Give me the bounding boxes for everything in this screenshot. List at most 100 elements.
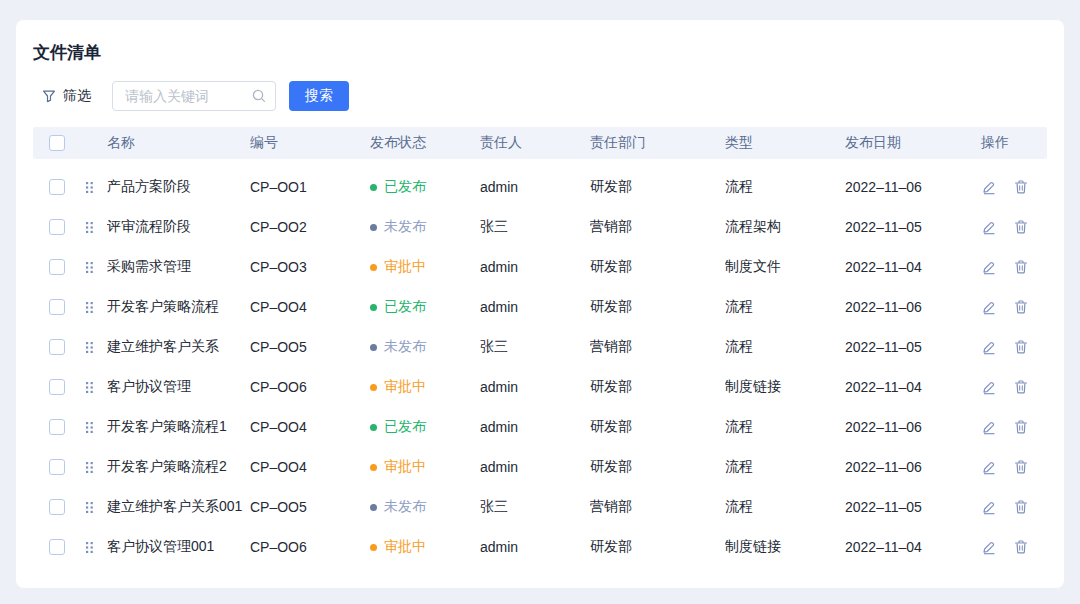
column-header-code[interactable]: 编号 bbox=[250, 134, 370, 152]
column-header-ops: 操作 bbox=[980, 134, 1047, 152]
cell-operations bbox=[980, 419, 1047, 435]
cell-name: 客户协议管理 bbox=[107, 378, 250, 396]
cell-operations bbox=[980, 499, 1047, 515]
header-check-cell bbox=[33, 135, 85, 151]
column-header-name[interactable]: 名称 bbox=[107, 134, 250, 152]
cell-dept: 研发部 bbox=[590, 458, 725, 476]
table-row: 开发客户策略流程2 CP–OO4 审批中 admin 研发部 流程 2022–1… bbox=[33, 447, 1047, 487]
cell-name: 开发客户策略流程1 bbox=[107, 418, 250, 436]
cell-date: 2022–11–06 bbox=[845, 459, 980, 475]
table-row: 产品方案阶段 CP–OO1 已发布 admin 研发部 流程 2022–11–0… bbox=[33, 167, 1047, 207]
delete-button[interactable] bbox=[1013, 339, 1029, 355]
cell-code: CP–OO6 bbox=[250, 379, 370, 395]
delete-button[interactable] bbox=[1013, 219, 1029, 235]
select-all-checkbox[interactable] bbox=[49, 135, 65, 151]
row-checkbox[interactable] bbox=[49, 179, 65, 195]
edit-button[interactable] bbox=[981, 499, 997, 515]
row-checkbox[interactable] bbox=[49, 379, 65, 395]
row-drag-cell bbox=[85, 221, 107, 234]
edit-button[interactable] bbox=[981, 459, 997, 475]
drag-handle-icon[interactable] bbox=[85, 221, 94, 234]
edit-button[interactable] bbox=[981, 539, 997, 555]
status-label: 未发布 bbox=[384, 218, 426, 236]
drag-handle-icon[interactable] bbox=[85, 501, 94, 514]
search-button[interactable]: 搜索 bbox=[289, 81, 349, 111]
drag-handle-icon[interactable] bbox=[85, 181, 94, 194]
cell-owner: 张三 bbox=[480, 498, 590, 516]
cell-type: 流程架构 bbox=[725, 218, 845, 236]
column-header-dept[interactable]: 责任部门 bbox=[590, 134, 725, 152]
edit-button[interactable] bbox=[981, 419, 997, 435]
delete-button[interactable] bbox=[1013, 179, 1029, 195]
drag-handle-icon[interactable] bbox=[85, 261, 94, 274]
cell-date: 2022–11–04 bbox=[845, 379, 980, 395]
row-drag-cell bbox=[85, 461, 107, 474]
cell-code: CP–OO1 bbox=[250, 179, 370, 195]
delete-button[interactable] bbox=[1013, 259, 1029, 275]
delete-button[interactable] bbox=[1013, 419, 1029, 435]
search-icon[interactable] bbox=[251, 88, 267, 104]
row-check-cell bbox=[33, 379, 85, 395]
column-header-date[interactable]: 发布日期 bbox=[845, 134, 980, 152]
cell-type: 制度文件 bbox=[725, 258, 845, 276]
row-checkbox[interactable] bbox=[49, 219, 65, 235]
drag-handle-icon[interactable] bbox=[85, 381, 94, 394]
toolbar: 筛选 搜索 bbox=[33, 81, 1047, 111]
drag-handle-icon[interactable] bbox=[85, 421, 94, 434]
page-title: 文件清单 bbox=[33, 42, 1047, 64]
delete-button[interactable] bbox=[1013, 379, 1029, 395]
cell-status: 已发布 bbox=[370, 418, 480, 436]
delete-button[interactable] bbox=[1013, 299, 1029, 315]
status-dot-icon bbox=[370, 544, 377, 551]
row-checkbox[interactable] bbox=[49, 259, 65, 275]
drag-handle-icon[interactable] bbox=[85, 461, 94, 474]
row-check-cell bbox=[33, 219, 85, 235]
drag-handle-icon[interactable] bbox=[85, 541, 94, 554]
drag-handle-icon[interactable] bbox=[85, 301, 94, 314]
cell-operations bbox=[980, 179, 1047, 195]
drag-handle-icon[interactable] bbox=[85, 341, 94, 354]
filter-button[interactable]: 筛选 bbox=[42, 87, 91, 105]
edit-button[interactable] bbox=[981, 219, 997, 235]
row-checkbox[interactable] bbox=[49, 499, 65, 515]
row-checkbox[interactable] bbox=[49, 419, 65, 435]
edit-button[interactable] bbox=[981, 339, 997, 355]
column-header-status[interactable]: 发布状态 bbox=[370, 134, 480, 152]
cell-status: 审批中 bbox=[370, 378, 480, 396]
cell-operations bbox=[980, 259, 1047, 275]
cell-dept: 营销部 bbox=[590, 498, 725, 516]
delete-button[interactable] bbox=[1013, 459, 1029, 475]
delete-button[interactable] bbox=[1013, 539, 1029, 555]
row-checkbox[interactable] bbox=[49, 459, 65, 475]
delete-button[interactable] bbox=[1013, 499, 1029, 515]
cell-type: 流程 bbox=[725, 298, 845, 316]
column-header-owner[interactable]: 责任人 bbox=[480, 134, 590, 152]
edit-button[interactable] bbox=[981, 379, 997, 395]
cell-code: CP–OO4 bbox=[250, 299, 370, 315]
status-label: 审批中 bbox=[384, 538, 426, 556]
status-dot-icon bbox=[370, 304, 377, 311]
row-checkbox[interactable] bbox=[49, 299, 65, 315]
row-checkbox[interactable] bbox=[49, 339, 65, 355]
cell-owner: admin bbox=[480, 299, 590, 315]
cell-code: CP–OO2 bbox=[250, 219, 370, 235]
cell-date: 2022–11–06 bbox=[845, 419, 980, 435]
cell-type: 制度链接 bbox=[725, 378, 845, 396]
row-checkbox[interactable] bbox=[49, 539, 65, 555]
column-header-type[interactable]: 类型 bbox=[725, 134, 845, 152]
cell-owner: admin bbox=[480, 419, 590, 435]
cell-dept: 研发部 bbox=[590, 418, 725, 436]
edit-button[interactable] bbox=[981, 299, 997, 315]
row-check-cell bbox=[33, 179, 85, 195]
row-check-cell bbox=[33, 499, 85, 515]
cell-date: 2022–11–05 bbox=[845, 339, 980, 355]
edit-button[interactable] bbox=[981, 259, 997, 275]
edit-button[interactable] bbox=[981, 179, 997, 195]
filter-icon bbox=[42, 89, 56, 103]
cell-code: CP–OO6 bbox=[250, 539, 370, 555]
row-drag-cell bbox=[85, 341, 107, 354]
status-label: 已发布 bbox=[384, 418, 426, 436]
cell-status: 已发布 bbox=[370, 178, 480, 196]
cell-name: 评审流程阶段 bbox=[107, 218, 250, 236]
cell-type: 流程 bbox=[725, 178, 845, 196]
